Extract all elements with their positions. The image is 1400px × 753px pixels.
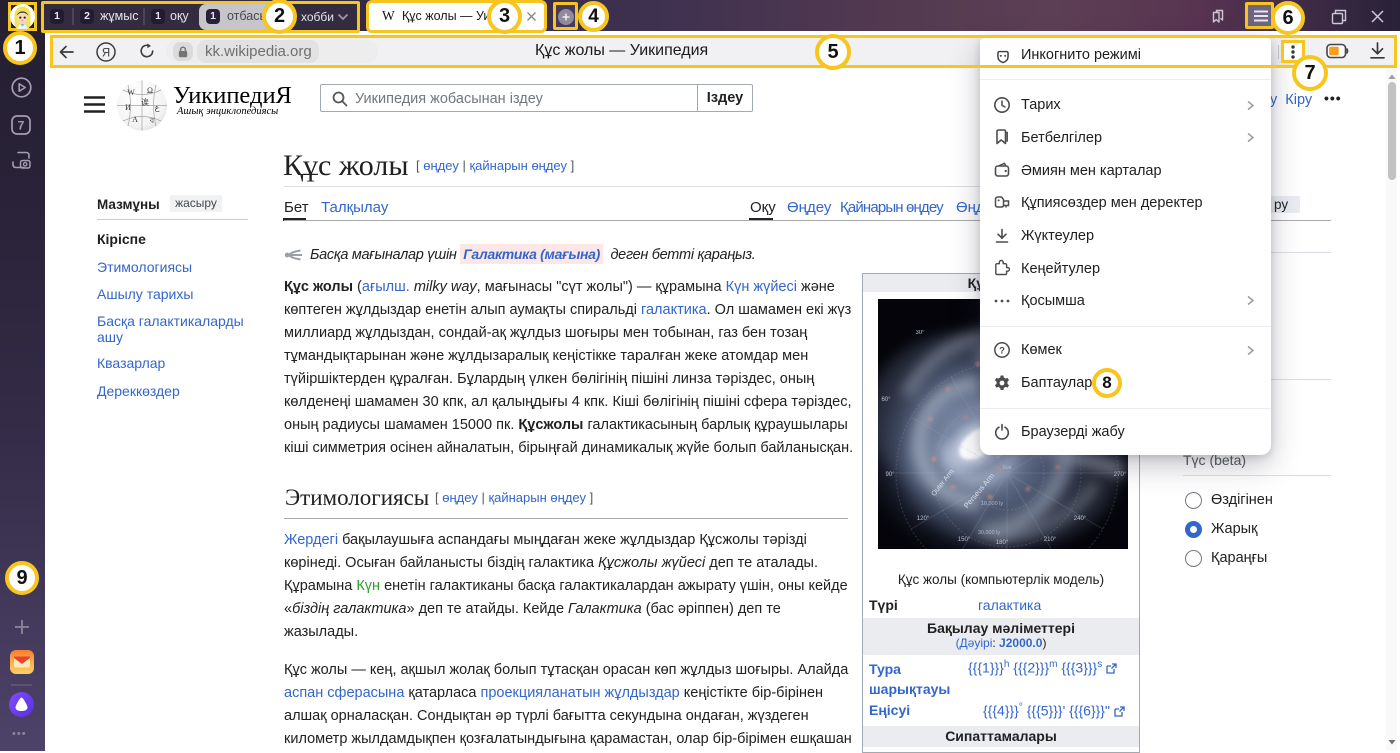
svg-text:90°: 90° xyxy=(885,472,895,478)
svg-text:60°: 60° xyxy=(881,397,891,403)
svg-text:10,000 ly: 10,000 ly xyxy=(981,501,1004,507)
svg-text:270°: 270° xyxy=(1114,472,1127,478)
svg-text:210°: 210° xyxy=(1044,537,1057,543)
svg-text:Sun: Sun xyxy=(1003,465,1012,471)
svg-text:240°: 240° xyxy=(1074,516,1087,522)
svg-text:A: A xyxy=(132,115,138,124)
svg-text:Я: Я xyxy=(102,47,110,59)
svg-text:W: W xyxy=(127,88,135,97)
svg-text:ব: ব xyxy=(149,116,155,125)
svg-text:7: 7 xyxy=(18,119,25,133)
svg-text:120°: 120° xyxy=(917,516,930,522)
svg-text:ع: ع xyxy=(155,103,160,112)
svg-text:Ω: Ω xyxy=(147,86,153,95)
svg-text:诶: 诶 xyxy=(141,97,149,107)
svg-text:?: ? xyxy=(999,346,1005,357)
svg-text:И: И xyxy=(125,103,131,112)
svg-text:30,000 ly: 30,000 ly xyxy=(978,530,1001,536)
svg-text:30°: 30° xyxy=(915,330,925,336)
svg-text:150°: 150° xyxy=(958,537,971,543)
svg-text:180°: 180° xyxy=(996,540,1009,546)
